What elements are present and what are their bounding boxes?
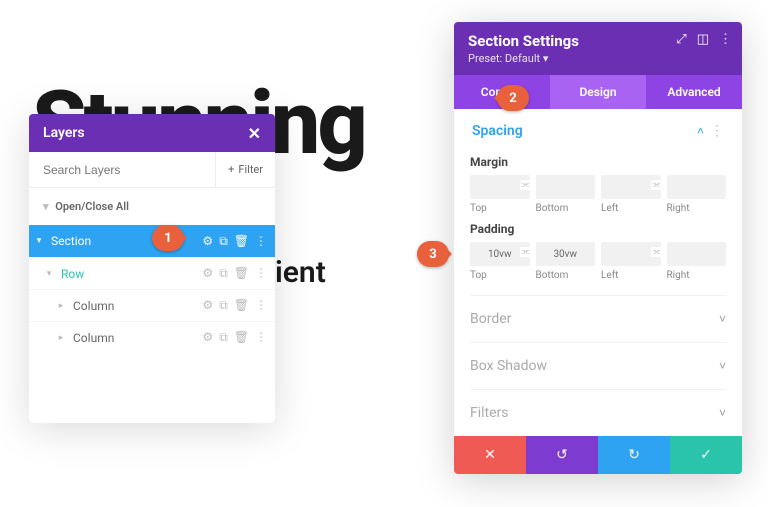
link-icon[interactable]: ⫘: [520, 180, 532, 190]
undo-button[interactable]: ↺: [526, 436, 598, 474]
more-icon[interactable]: ⋮: [255, 330, 267, 345]
layers-header[interactable]: Layers ✕: [29, 114, 275, 152]
gear-icon[interactable]: ⚙: [202, 330, 213, 345]
col-label-right: Right: [667, 270, 727, 281]
layer-row-column[interactable]: ▸ Column ⚙ ⧉ 🗑 ⋮: [29, 321, 275, 353]
layers-title: Layers: [43, 125, 85, 141]
filter-label: Filter: [238, 163, 263, 176]
col-label-top: Top: [470, 270, 530, 281]
search-input[interactable]: [29, 163, 215, 177]
duplicate-icon[interactable]: ⧉: [219, 298, 228, 313]
layers-panel: Layers ✕ + Filter ▾ Open/Close All ▾ Sec…: [29, 114, 275, 423]
margin-right-input[interactable]: [667, 175, 727, 199]
redo-button[interactable]: ↻: [598, 436, 670, 474]
layer-row-column[interactable]: ▸ Column ⚙ ⧉ 🗑 ⋮: [29, 289, 275, 321]
trash-icon[interactable]: 🗑: [234, 266, 249, 281]
tab-design[interactable]: Design: [550, 75, 646, 109]
layers-search-row: + Filter: [29, 152, 275, 188]
plus-icon: +: [228, 163, 234, 176]
tab-advanced[interactable]: Advanced: [646, 75, 742, 109]
margin-top-input[interactable]: ⫘: [470, 175, 530, 199]
cancel-button[interactable]: ✕: [454, 436, 526, 474]
col-label-left: Left: [601, 270, 661, 281]
settings-footer: ✕ ↺ ↻ ✓: [454, 436, 742, 474]
column-icon[interactable]: ◫: [697, 32, 709, 47]
padding-bottom-input[interactable]: 30vw: [536, 242, 596, 266]
group-spacing-header[interactable]: Spacing ˄ ⋮: [470, 109, 726, 147]
gear-icon[interactable]: ⚙: [202, 298, 213, 313]
group-filters-header[interactable]: Filters ˅: [470, 390, 726, 436]
chevron-down-icon: ˅: [719, 359, 726, 373]
layer-label: Column: [71, 331, 202, 345]
trash-icon[interactable]: 🗑: [234, 234, 249, 249]
padding-inputs: 10vw ⫘ 30vw ⫘: [470, 242, 726, 266]
close-icon[interactable]: ✕: [248, 124, 261, 143]
padding-left-input[interactable]: ⫘: [601, 242, 661, 266]
group-title: Box Shadow: [470, 358, 719, 374]
col-label-bottom: Bottom: [536, 203, 596, 214]
duplicate-icon[interactable]: ⧉: [219, 330, 228, 345]
callout-1: 1: [152, 225, 184, 251]
layer-label: Column: [71, 299, 202, 313]
preset-selector[interactable]: Preset: Default ▾: [468, 52, 728, 65]
group-box-shadow-header[interactable]: Box Shadow ˅: [470, 343, 726, 389]
callout-2: 2: [497, 85, 529, 111]
link-icon[interactable]: ⫘: [651, 180, 663, 190]
settings-panel: ⤢ ◫ ⋮ Section Settings Preset: Default ▾…: [454, 22, 742, 474]
preset-label: Preset: Default: [468, 52, 540, 65]
more-icon[interactable]: ⋮: [255, 234, 267, 249]
chevron-up-icon: ˄: [697, 124, 704, 138]
layer-row-row[interactable]: ▾ Row ⚙ ⧉ 🗑 ⋮: [29, 257, 275, 289]
group-title: Filters: [470, 405, 719, 421]
caret-right-icon: ▸: [29, 333, 71, 343]
padding-top-value: 10vw: [488, 249, 512, 260]
link-icon[interactable]: ⫘: [651, 247, 663, 257]
trash-icon[interactable]: 🗑: [234, 298, 249, 313]
chevron-down-icon: ˅: [719, 406, 726, 420]
caret-down-icon: ▾: [29, 236, 49, 246]
expand-icon[interactable]: ⤢: [676, 32, 686, 47]
gear-icon[interactable]: ⚙: [202, 266, 213, 281]
more-icon[interactable]: ⋮: [255, 266, 267, 281]
more-icon[interactable]: ⋮: [719, 32, 732, 47]
caret-right-icon: ▸: [29, 301, 71, 311]
more-icon[interactable]: ⋮: [710, 123, 724, 139]
filter-button[interactable]: + Filter: [215, 152, 275, 187]
caret-down-icon: ▾: [543, 52, 549, 65]
open-close-all[interactable]: ▾ Open/Close All: [29, 188, 275, 225]
layer-label: Row: [59, 267, 202, 281]
group-title: Border: [470, 311, 719, 327]
trash-icon[interactable]: 🗑: [234, 330, 249, 345]
group-title: Spacing: [472, 123, 697, 139]
padding-top-input[interactable]: 10vw ⫘: [470, 242, 530, 266]
caret-down-icon: ▾: [43, 200, 49, 213]
background-word-fragment: ient: [275, 255, 326, 290]
save-button[interactable]: ✓: [670, 436, 742, 474]
link-icon[interactable]: ⫘: [520, 247, 532, 257]
caret-down-icon: ▾: [29, 269, 59, 279]
margin-bottom-input[interactable]: [536, 175, 596, 199]
margin-label: Margin: [470, 155, 726, 169]
col-label-bottom: Bottom: [536, 270, 596, 281]
col-label-left: Left: [601, 203, 661, 214]
duplicate-icon[interactable]: ⧉: [219, 266, 228, 281]
group-border-header[interactable]: Border ˅: [470, 296, 726, 342]
col-label-top: Top: [470, 203, 530, 214]
callout-3: 3: [417, 241, 449, 267]
padding-right-input[interactable]: [667, 242, 727, 266]
gear-icon[interactable]: ⚙: [202, 234, 213, 249]
col-label-right: Right: [667, 203, 727, 214]
margin-left-input[interactable]: ⫘: [601, 175, 661, 199]
margin-inputs: ⫘ ⫘: [470, 175, 726, 199]
duplicate-icon[interactable]: ⧉: [219, 234, 228, 249]
padding-label: Padding: [470, 222, 726, 236]
chevron-down-icon: ˅: [719, 312, 726, 326]
open-close-label: Open/Close All: [55, 200, 129, 213]
more-icon[interactable]: ⋮: [255, 298, 267, 313]
